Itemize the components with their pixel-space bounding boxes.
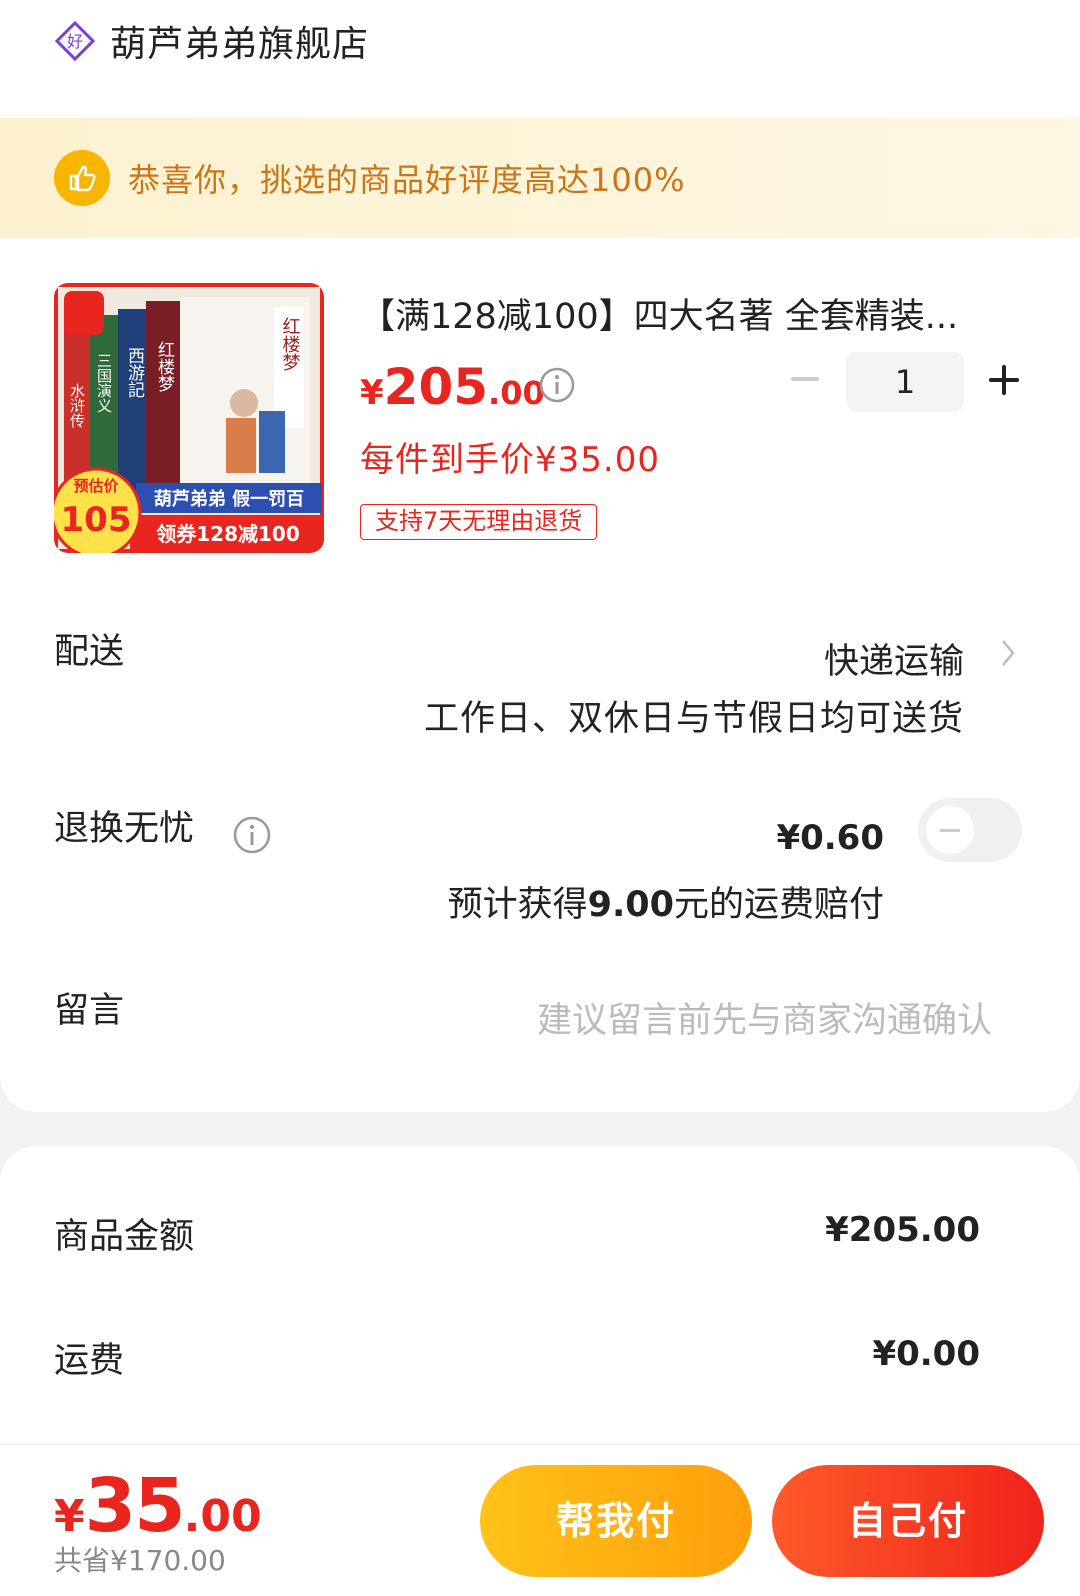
total-decimal: .00 [183,1491,262,1542]
image-banner-top: 葫芦弟弟 假一罚百 [154,488,304,510]
worry-free-toggle[interactable] [918,798,1022,862]
product-title[interactable]: 【满128减100】四大名著 全套精装... [360,288,1000,339]
total-symbol: ¥ [54,1491,85,1542]
product-image[interactable]: 水浒传 三国演义 西游記 红楼梦 红楼梦 葫芦弟弟 假一罚百 领券128减100… [54,283,324,553]
quantity-decrease-button[interactable] [788,362,822,396]
shop-header[interactable]: 好 葫芦弟弟旗舰店 [54,18,370,65]
goods-amount-label: 商品金额 [54,1217,195,1257]
return-policy-tag: 支持7天无理由退货 [360,504,598,540]
image-banner-bottom: 领券128减100 [156,522,300,546]
delivery-method[interactable]: 快递运输 [824,633,964,684]
delivery-label: 配送 [54,632,125,672]
worry-free-price: ¥0.60 [776,818,884,858]
order-card: 好 葫芦弟弟旗舰店 恭喜你，挑选的商品好评度高达100% 水浒传 三国演义 西游… [0,0,1080,1112]
price-decimal: .00 [488,374,545,412]
praise-banner: 恭喜你，挑选的商品好评度高达100% [0,118,1080,238]
image-badge-label: 预估价 [73,477,119,495]
product-price: ¥ 205 .00 [360,358,545,416]
total-saved: 共省¥170.00 [54,1544,226,1577]
thumbs-up-icon [54,150,110,206]
book-spine-1: 水浒传 [68,383,86,428]
shipping-fee-label: 运费 [54,1341,125,1381]
total-integer: 35 [84,1463,186,1549]
chevron-right-icon[interactable] [1000,638,1016,668]
shipping-fee-value: ¥0.00 [872,1334,980,1374]
help-me-pay-button[interactable]: 帮我付 [480,1465,752,1577]
book-spine-3: 西游記 [124,347,145,398]
quantity-increase-button[interactable] [986,362,1022,398]
worry-free-note: 预计获得9.00元的运费赔付 [447,885,884,925]
pay-myself-button[interactable]: 自己付 [772,1465,1044,1577]
shop-name: 葫芦弟弟旗舰店 [110,24,370,65]
good-shop-badge-icon: 好 [54,20,96,62]
message-label: 留言 [54,991,125,1031]
book-spine-4: 红楼梦 [154,341,175,392]
book-cover-title: 红楼梦 [280,317,301,371]
price-info-icon[interactable] [538,366,576,404]
price-integer: 205 [383,358,489,416]
unit-final-price: 每件到手价¥35.00 [360,440,660,480]
checkout-bar: ¥ 35 .00 共省¥170.00 帮我付 自己付 [0,1444,1080,1596]
toggle-knob [926,806,974,854]
image-badge-value: 105 [61,500,132,540]
worry-free-label: 退换无忧 [54,809,195,849]
delivery-note: 工作日、双休日与节假日均可送货 [423,699,964,739]
quantity-value[interactable]: 1 [846,352,964,412]
svg-text:好: 好 [67,32,83,51]
total-price: ¥ 35 .00 [54,1463,262,1549]
message-input[interactable] [400,996,992,1046]
worry-free-info-icon[interactable] [232,815,272,855]
price-symbol: ¥ [360,373,384,413]
book-spine-2: 三国演义 [95,353,113,413]
goods-amount-value: ¥205.00 [825,1210,980,1250]
praise-text: 恭喜你，挑选的商品好评度高达100% [128,161,686,199]
